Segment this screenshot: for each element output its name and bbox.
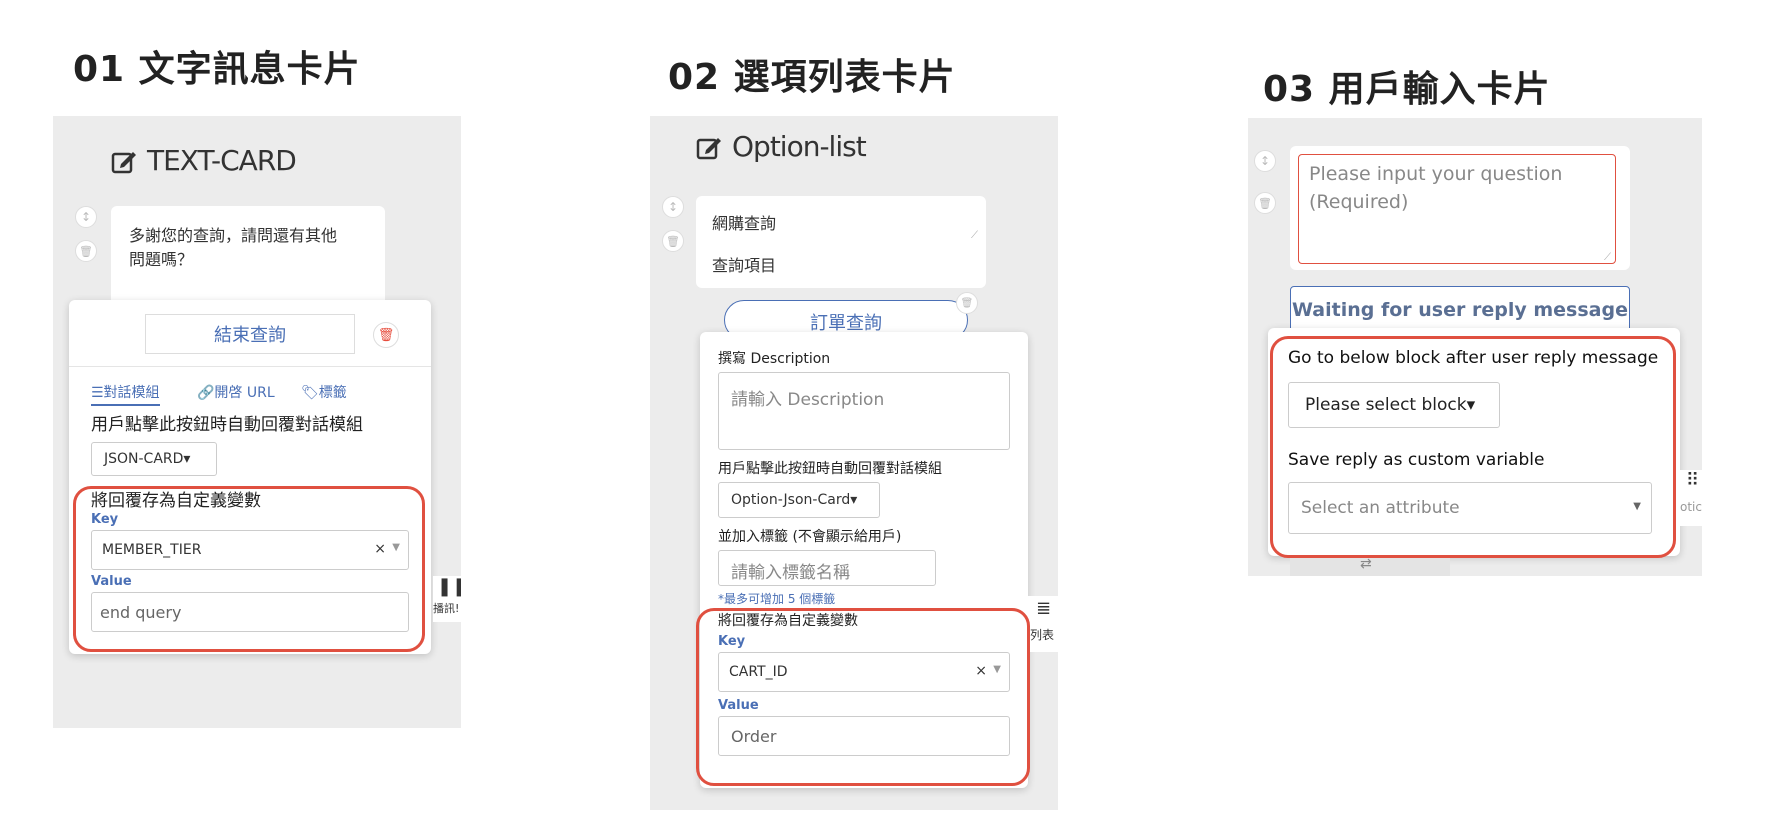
key-select[interactable]: MEMBER_TIER × ▼ — [91, 530, 409, 570]
list-icon: ≣ — [1036, 598, 1052, 619]
button-editor-popover: 結束查詢 🗑 ☰對話模組 🔗開啓 URL 🏷標籤 用戶點擊此按鈕時自動回覆對話模… — [69, 300, 431, 654]
side-toolbar-label: otic — [1680, 500, 1702, 514]
reply-module-label: 用戶點擊此按鈕時自動回覆對話模組 — [718, 461, 942, 477]
question-placeholder: Please input your question — [1309, 163, 1563, 185]
tag-label: 並加入標籤 (不會顯示給用戶) — [718, 529, 902, 545]
key-select[interactable]: CART_ID × ▼ — [718, 652, 1010, 692]
tab-tags[interactable]: 🏷標籤 — [301, 382, 347, 402]
tab-dialog-module[interactable]: ☰對話模組 — [91, 382, 160, 406]
pause-icon: ❚❚ — [437, 576, 461, 597]
caret-down-icon: ▼ — [993, 664, 1001, 675]
resize-handle-icon[interactable]: ⟋ — [1604, 252, 1611, 263]
section-title-text-card: 01 文字訊息卡片 — [73, 49, 361, 90]
swap-icon[interactable]: ⇄ — [1360, 556, 1372, 572]
message-text-2: 問題嗎？ — [129, 250, 194, 269]
user-input-popover: Go to below block after user reply messa… — [1268, 328, 1680, 556]
waiting-reply-button[interactable]: Waiting for user reply message — [1290, 286, 1630, 334]
grid-icon: ⠿ — [1686, 470, 1700, 491]
value-label: Value — [718, 698, 759, 713]
tab-open-url[interactable]: 🔗開啓 URL — [197, 382, 275, 402]
reply-module-label: 用戶點擊此按鈕時自動回覆對話模組 — [91, 415, 363, 435]
edit-icon — [111, 151, 136, 173]
value-input[interactable]: Order — [718, 716, 1010, 756]
tag-placeholder: 請輸入標籤名稱 — [731, 563, 850, 583]
key-label: Key — [718, 634, 746, 649]
question-textarea[interactable]: Please input your question (Required) ⟋ — [1298, 154, 1616, 264]
text-card-panel: TEXT-CARD ↕ 🗑 多謝您的查詢，請問還有其他 問題嗎？ 結束查詢 🗑 … — [53, 116, 461, 728]
delete-option-icon[interactable]: 🗑 — [956, 292, 978, 314]
user-input-card: Please input your question (Required) ⟋ — [1290, 146, 1630, 270]
text-card-header: TEXT-CARD — [111, 144, 297, 177]
option-list-panel: Option-list ↕ 🗑 網購查詢 ⟋ 查詢項目 訂單查詢 🗑 撰寫 De… — [650, 116, 1058, 810]
value-label: Value — [91, 574, 132, 589]
resize-handle-icon[interactable]: ⟋ — [971, 230, 978, 241]
key-value: CART_ID — [729, 664, 788, 680]
trash-icon[interactable]: 🗑 — [662, 230, 684, 252]
key-label: Key — [91, 512, 119, 527]
end-query-button[interactable]: 結束查詢 — [145, 314, 355, 354]
caret-down-icon: ▼ — [392, 542, 400, 553]
user-input-panel: ↕ 🗑 Please input your question (Required… — [1248, 118, 1702, 576]
tag-hint: *最多可增加 5 個標籤 — [718, 592, 836, 606]
text-card-title: TEXT-CARD — [147, 144, 297, 177]
value-text: Order — [731, 727, 777, 746]
move-icon[interactable]: ↕ — [1254, 150, 1276, 172]
option-list-card[interactable]: 網購查詢 ⟋ 查詢項目 — [696, 196, 986, 288]
side-toolbar-item[interactable]: ❚❚ 播訊! — [433, 576, 461, 622]
question-placeholder-required: (Required) — [1309, 191, 1409, 213]
tag-input[interactable]: 請輸入標籤名稱 — [718, 550, 936, 586]
attribute-placeholder: Select an attribute — [1301, 498, 1460, 518]
module-select[interactable]: JSON-CARD▾ — [91, 442, 217, 476]
message-text: 多謝您的查詢，請問還有其他 — [129, 226, 338, 245]
clear-icon[interactable]: × — [374, 541, 386, 557]
option-editor-popover: 撰寫 Description 請輸入 Description 用戶點擊此按鈕時自… — [700, 332, 1028, 788]
key-value: MEMBER_TIER — [102, 542, 202, 558]
description-placeholder: 請輸入 Description — [731, 390, 885, 410]
block-select[interactable]: Please select block▾ — [1288, 382, 1500, 428]
module-select[interactable]: Option-Json-Card▾ — [718, 482, 880, 518]
section-title-option-list: 02 選項列表卡片 — [668, 57, 956, 98]
value-input[interactable]: end query — [91, 592, 409, 632]
side-toolbar-item[interactable]: ⠿ otic — [1680, 470, 1702, 526]
move-icon[interactable]: ↕ — [75, 206, 97, 228]
save-variable-title: 將回覆存為自定義變數 — [91, 491, 261, 511]
side-toolbar-label: 列表 — [1030, 628, 1055, 642]
bottom-block-stub: ⇄ — [1290, 556, 1450, 576]
save-variable-title: 將回覆存為自定義變數 — [718, 613, 858, 629]
edit-icon — [696, 137, 721, 159]
section-title-user-input: 03 用戶輸入卡片 — [1263, 69, 1551, 110]
description-label: 撰寫 Description — [718, 351, 831, 367]
attribute-select[interactable]: Select an attribute ▼ — [1288, 482, 1652, 534]
trash-icon[interactable]: 🗑 — [75, 240, 97, 262]
save-variable-label: Save reply as custom variable — [1288, 450, 1545, 470]
side-toolbar-label: 播訊! — [433, 602, 460, 615]
description-textarea[interactable]: 請輸入 Description — [718, 372, 1010, 450]
divider — [69, 366, 431, 367]
option-subtitle-text: 查詢項目 — [712, 256, 777, 275]
option-title-text: 網購查詢 — [712, 214, 777, 233]
trash-icon[interactable]: 🗑 — [1254, 192, 1276, 214]
option-list-header: Option-list — [696, 130, 867, 163]
clear-icon[interactable]: × — [975, 663, 987, 679]
side-toolbar-item[interactable]: ≣ 列表 — [1026, 596, 1058, 652]
move-icon[interactable]: ↕ — [662, 196, 684, 218]
caret-down-icon: ▼ — [1633, 501, 1641, 512]
option-list-title: Option-list — [732, 130, 867, 163]
goto-block-label: Go to below block after user reply messa… — [1288, 348, 1659, 368]
value-text: end query — [100, 603, 182, 622]
delete-button-icon[interactable]: 🗑 — [373, 322, 399, 348]
